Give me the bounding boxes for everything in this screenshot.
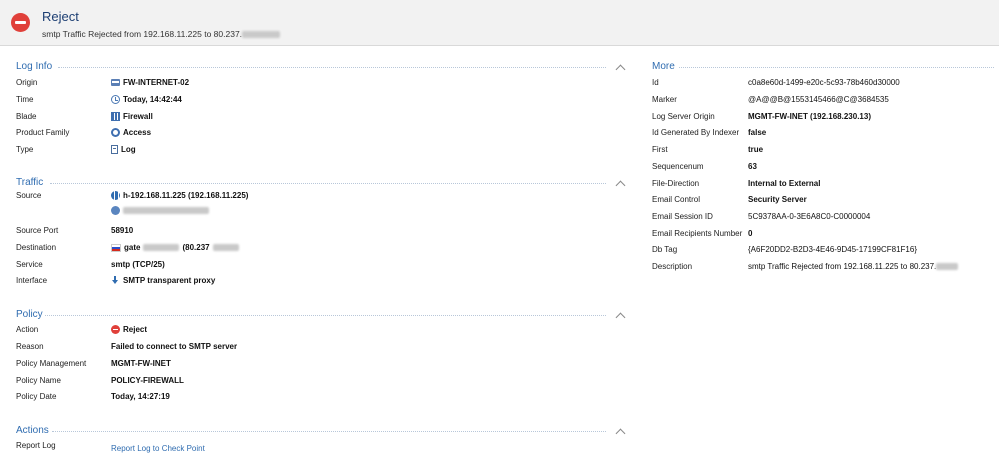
more-label-first: First (652, 145, 668, 154)
russia-flag-icon (111, 243, 121, 252)
field-label-destination: Destination (16, 243, 57, 252)
more-value-id-generated: false (748, 128, 767, 137)
access-icon (111, 128, 120, 137)
globe-icon (111, 191, 120, 200)
redacted-text (242, 31, 281, 39)
log-icon (111, 145, 118, 154)
section-divider (52, 431, 606, 432)
more-label-email-session-id: Email Session ID (652, 212, 713, 221)
more-label-description: Description (652, 262, 693, 271)
firewall-icon (111, 112, 120, 121)
field-label-interface: Interface (16, 276, 48, 285)
field-label-policy-name: Policy Name (16, 376, 61, 385)
page-title: Reject (42, 9, 79, 24)
field-value-service: smtp (TCP/25) (111, 260, 165, 269)
more-value-email-control: Security Server (748, 195, 807, 204)
more-value-log-server-origin: MGMT-FW-INET (192.168.230.13) (748, 112, 871, 121)
collapse-chevron-icon[interactable] (615, 64, 626, 75)
field-label-reason: Reason (16, 342, 44, 351)
field-value-interface: SMTP transparent proxy (111, 276, 215, 285)
page-subtitle: smtp Traffic Rejected from 192.168.11.22… (42, 29, 281, 39)
more-label-log-server-origin: Log Server Origin (652, 112, 715, 121)
download-arrow-icon (111, 276, 120, 285)
report-log-link[interactable]: Report Log to Check Point (111, 444, 205, 453)
more-label-file-direction: File-Direction (652, 179, 700, 188)
more-value-first: true (748, 145, 764, 154)
reject-icon (111, 325, 120, 334)
more-label-email-recipients: Email Recipients Number (652, 229, 743, 238)
more-value-file-direction: Internal to External (748, 179, 821, 188)
field-value-source: h-192.168.11.225 (192.168.11.225) (111, 191, 248, 200)
field-value-action: Reject (111, 325, 147, 334)
more-value-description: smtp Traffic Rejected from 192.168.11.22… (748, 262, 959, 271)
section-title-more: More (652, 61, 675, 72)
more-label-id-generated: Id Generated By Indexer (652, 128, 740, 137)
more-label-sequencenum: Sequencenum (652, 162, 704, 171)
section-title-log-info: Log Info (16, 61, 53, 72)
clock-icon (111, 95, 120, 104)
field-label-source-port: Source Port (16, 226, 59, 235)
more-label-id: Id (652, 78, 659, 87)
field-value-source-user (111, 206, 209, 215)
log-header: Reject smtp Traffic Rejected from 192.16… (0, 0, 999, 46)
field-label-time: Time (16, 95, 34, 104)
reject-icon (11, 13, 30, 32)
redacted-text (936, 263, 959, 271)
more-value-email-session-id: 5C9378AA-0-3E6A8C0-C0000004 (748, 212, 871, 221)
more-value-email-recipients: 0 (748, 229, 753, 238)
field-value-policy-management: MGMT-FW-INET (111, 359, 171, 368)
collapse-chevron-icon[interactable] (615, 180, 626, 191)
field-label-report-log: Report Log (16, 441, 56, 450)
section-title-actions: Actions (16, 425, 49, 436)
field-value-policy-name: POLICY-FIREWALL (111, 376, 184, 385)
field-label-blade: Blade (16, 112, 37, 121)
field-label-origin: Origin (16, 78, 38, 87)
collapse-chevron-icon[interactable] (615, 312, 626, 323)
section-title-policy: Policy (16, 309, 43, 320)
redacted-text (143, 244, 180, 251)
more-label-email-control: Email Control (652, 195, 701, 204)
field-label-policy-date: Policy Date (16, 392, 57, 401)
section-title-traffic: Traffic (16, 177, 44, 188)
section-divider (45, 315, 606, 316)
field-value-blade: Firewall (111, 112, 153, 121)
field-value-origin: FW-INTERNET-02 (111, 78, 189, 87)
field-value-policy-date: Today, 14:27:19 (111, 392, 170, 401)
section-divider (58, 67, 606, 68)
more-label-marker: Marker (652, 95, 677, 104)
field-label-source: Source (16, 191, 42, 200)
gateway-icon (111, 79, 120, 86)
section-divider (50, 183, 606, 184)
field-value-type: Log (111, 145, 136, 154)
field-label-product-family: Product Family (16, 128, 70, 137)
redacted-text (212, 244, 239, 251)
field-value-reason: Failed to connect to SMTP server (111, 342, 238, 351)
field-value-destination: gate (80.237 (111, 243, 239, 252)
more-label-db-tag: Db Tag (652, 245, 678, 254)
more-value-marker: @A@@B@1553145466@C@3684535 (748, 95, 889, 104)
more-value-db-tag: {A6F20DD2-B2D3-4E46-9D45-17199CF81F16} (748, 245, 917, 254)
field-value-source-port: 58910 (111, 226, 134, 235)
field-value-time: Today, 14:42:44 (111, 95, 182, 104)
field-label-type: Type (16, 145, 34, 154)
section-divider (679, 67, 994, 68)
collapse-chevron-icon[interactable] (615, 428, 626, 439)
field-label-action: Action (16, 325, 39, 334)
more-value-sequencenum: 63 (748, 162, 757, 171)
field-label-service: Service (16, 260, 43, 269)
field-label-policy-management: Policy Management (16, 359, 87, 368)
redacted-text (123, 207, 209, 214)
user-icon (111, 206, 120, 215)
field-value-product-family: Access (111, 128, 151, 137)
more-value-id: c0a8e60d-1499-e20c-5c93-78b460d30000 (748, 78, 900, 87)
